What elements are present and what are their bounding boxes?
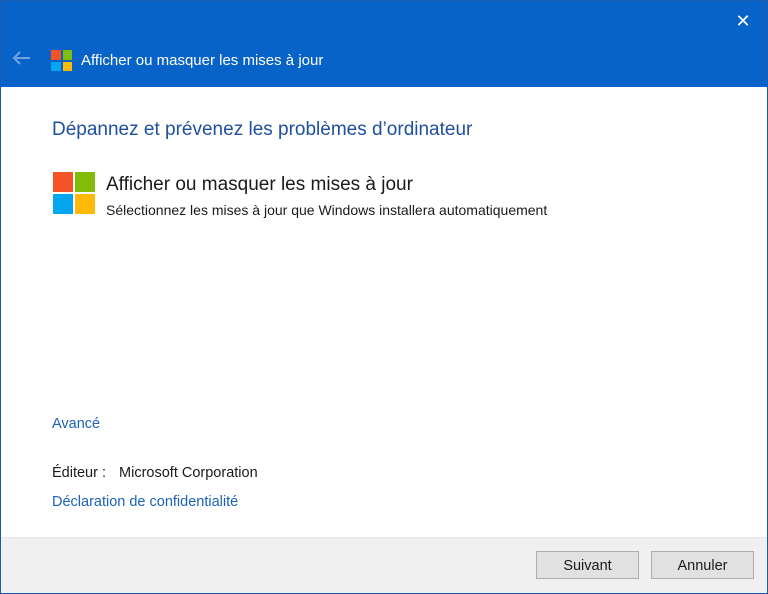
close-icon: ✕	[735, 11, 751, 31]
title-bar: ✕ Afficher ou masquer les mises à jour	[1, 1, 767, 87]
window-title: Afficher ou masquer les mises à jour	[81, 52, 324, 69]
windows-logo-icon	[53, 172, 95, 214]
option-description: Sélectionnez les mises à jour que Window…	[106, 202, 548, 218]
publisher-value: Microsoft Corporation	[119, 465, 258, 481]
next-button[interactable]: Suivant	[536, 551, 639, 579]
option-title: Afficher ou masquer les mises à jour	[106, 174, 413, 195]
troubleshooter-option[interactable]: Afficher ou masquer les mises à jour Sél…	[51, 170, 671, 220]
back-arrow-icon	[12, 51, 30, 65]
advanced-link[interactable]: Avancé	[52, 415, 100, 433]
page-heading: Dépannez et prévenez les problèmes d’ord…	[52, 119, 473, 140]
dialog-footer: Suivant Annuler	[1, 537, 767, 593]
close-button[interactable]: ✕	[731, 9, 755, 33]
publisher-info: Éditeur : Microsoft Corporation	[52, 464, 258, 482]
windows-logo-icon	[51, 50, 72, 71]
privacy-statement-link[interactable]: Déclaration de confidentialité	[52, 493, 238, 511]
troubleshooter-window: ✕ Afficher ou masquer les mises à jour D…	[0, 0, 768, 594]
back-button[interactable]	[9, 49, 35, 71]
cancel-button[interactable]: Annuler	[651, 551, 754, 579]
publisher-label: Éditeur :	[52, 465, 106, 481]
